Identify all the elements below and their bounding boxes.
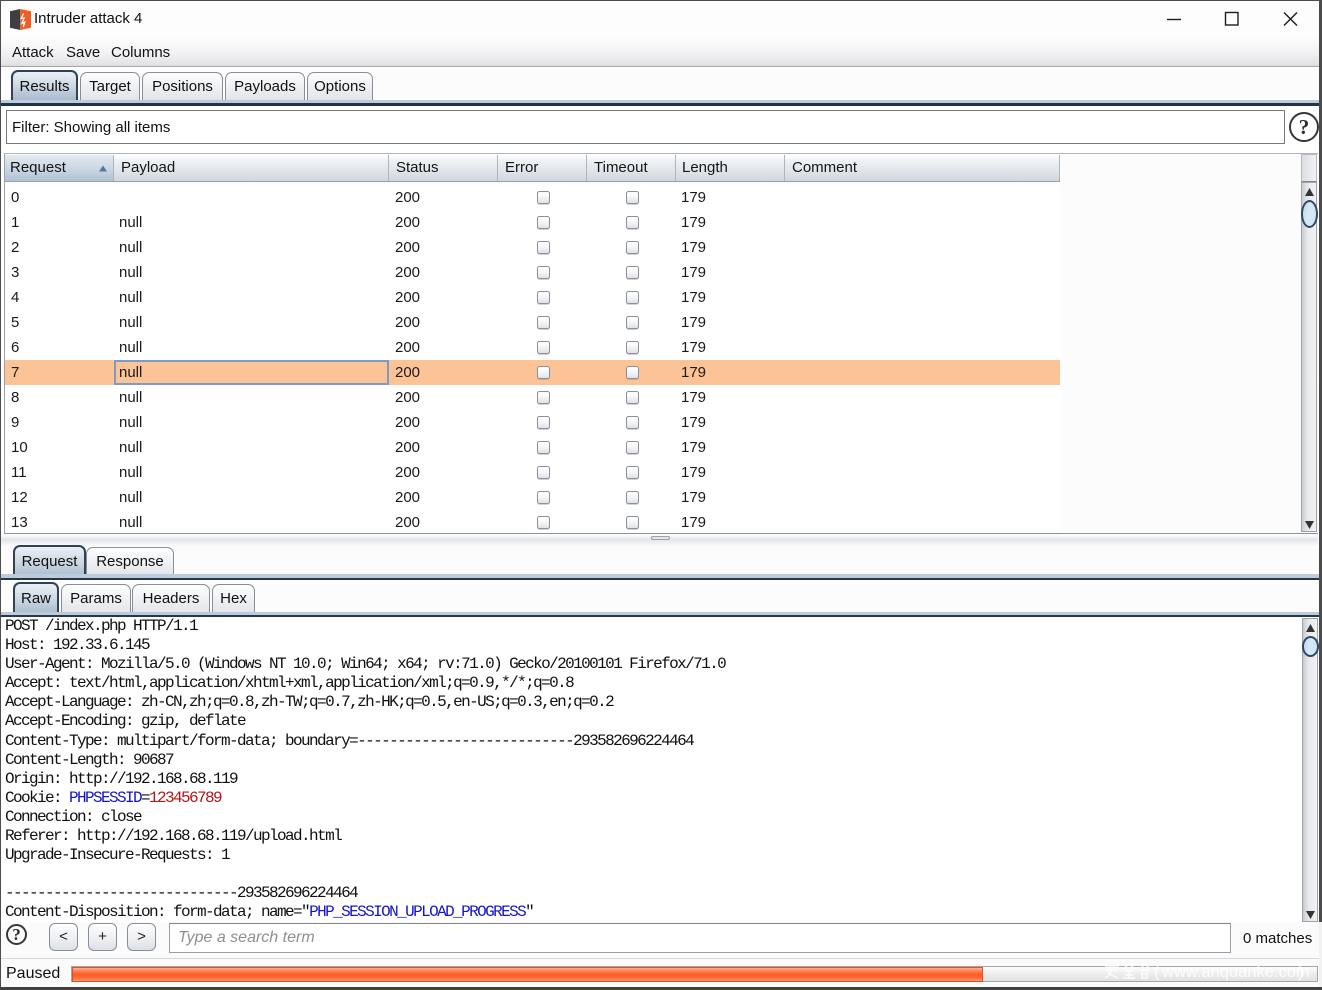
svg-text:): ) bbox=[1298, 963, 1304, 981]
svg-text:www.anquanke.com: www.anquanke.com bbox=[1161, 963, 1310, 981]
svg-text:(: ( bbox=[1154, 963, 1160, 981]
